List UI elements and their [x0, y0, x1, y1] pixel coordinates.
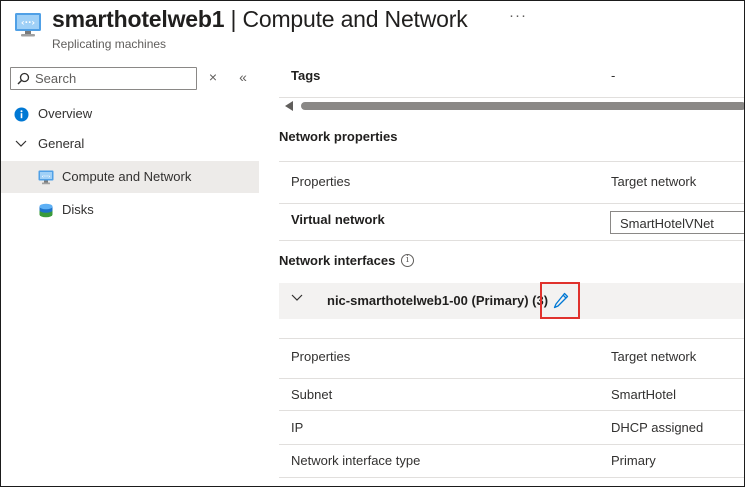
virtual-network-value: SmartHotelVNet: [620, 216, 714, 231]
info-circle-icon: [14, 107, 29, 122]
collapse-sidebar-button[interactable]: «: [234, 69, 252, 85]
sidebar-item-disks[interactable]: Disks: [1, 194, 259, 226]
tags-label: Tags: [291, 68, 321, 83]
search-input[interactable]: Search: [10, 67, 197, 90]
sidebar-item-overview[interactable]: Overview: [1, 98, 259, 130]
virtual-network-select[interactable]: SmartHotelVNet: [610, 211, 744, 234]
divider: [279, 338, 744, 339]
row-value-subnet: SmartHotel: [611, 387, 677, 402]
row-value-ip: DHCP assigned: [611, 420, 704, 435]
pencil-icon: [553, 292, 569, 309]
sidebar-item-label: Overview: [38, 106, 93, 121]
divider: [279, 410, 744, 411]
scrollbar-thumb[interactable]: [301, 102, 744, 110]
sidebar-group-general[interactable]: General: [1, 128, 259, 160]
info-icon[interactable]: i: [401, 254, 414, 267]
divider: [279, 203, 744, 204]
row-value-nic-type: Primary: [611, 453, 656, 468]
network-properties-heading: Network properties: [279, 129, 398, 144]
page-title: smarthotelweb1 | Compute and Network: [52, 6, 468, 33]
network-interfaces-heading: Network interfaces: [279, 253, 396, 268]
horizontal-scrollbar[interactable]: [285, 99, 744, 113]
column-header-target-network: Target network: [611, 349, 697, 364]
divider: [279, 378, 744, 379]
divider: [279, 97, 744, 98]
column-header-properties: Properties: [291, 174, 351, 189]
disk-icon: [39, 203, 53, 218]
svg-text:‹··›: ‹··›: [21, 19, 36, 29]
virtual-network-label: Virtual network: [291, 212, 385, 227]
sidebar-item-label: General: [38, 136, 85, 151]
sidebar-item-compute-and-network[interactable]: ‹··› Compute and Network: [1, 161, 259, 193]
app-frame: ‹··› smarthotelweb1 | Compute and Networ…: [0, 0, 745, 487]
nic-name: nic-smarthotelweb1-00 (Primary) (3): [327, 293, 549, 308]
search-placeholder: Search: [35, 71, 77, 86]
divider: [279, 477, 744, 478]
sidebar-item-label: Disks: [62, 202, 94, 217]
tags-value: -: [611, 68, 616, 83]
svg-text:‹··›: ‹··›: [42, 174, 51, 180]
page-subtitle: Replicating machines: [52, 37, 167, 51]
chevron-down-icon[interactable]: [291, 293, 303, 303]
vm-network-icon: ‹··›: [38, 170, 54, 185]
row-label-subnet: Subnet: [291, 387, 333, 402]
more-options-button[interactable]: ···: [509, 7, 527, 24]
divider: [279, 240, 744, 241]
search-icon: [17, 72, 30, 85]
vm-network-icon: ‹··›: [15, 13, 41, 37]
scroll-left-arrow-icon[interactable]: [285, 101, 293, 111]
blade-title: Compute and Network: [242, 6, 468, 32]
row-label-nic-type: Network interface type: [291, 453, 421, 468]
row-label-ip: IP: [291, 420, 304, 435]
title-separator: |: [224, 6, 243, 32]
clear-search-button[interactable]: ×: [204, 69, 222, 85]
resource-name: smarthotelweb1: [52, 6, 225, 32]
column-header-properties: Properties: [291, 349, 351, 364]
divider: [279, 444, 744, 445]
divider: [279, 161, 744, 162]
chevron-down-icon: [15, 140, 27, 147]
sidebar-item-label: Compute and Network: [62, 169, 192, 184]
edit-nic-button[interactable]: [540, 282, 580, 319]
column-header-target-network: Target network: [611, 174, 697, 189]
